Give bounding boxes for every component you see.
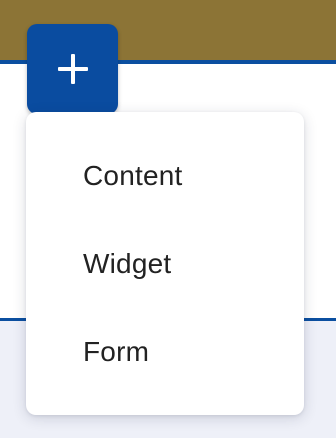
add-button[interactable] <box>27 24 118 114</box>
add-menu: Content Widget Form <box>26 112 304 415</box>
menu-item-content[interactable]: Content <box>26 136 304 216</box>
plus-icon <box>57 54 88 84</box>
menu-item-label: Form <box>83 336 150 367</box>
menu-item-label: Content <box>83 160 183 191</box>
menu-item-label: Widget <box>83 248 172 279</box>
menu-item-form[interactable]: Form <box>26 312 304 392</box>
menu-item-widget[interactable]: Widget <box>26 224 304 304</box>
